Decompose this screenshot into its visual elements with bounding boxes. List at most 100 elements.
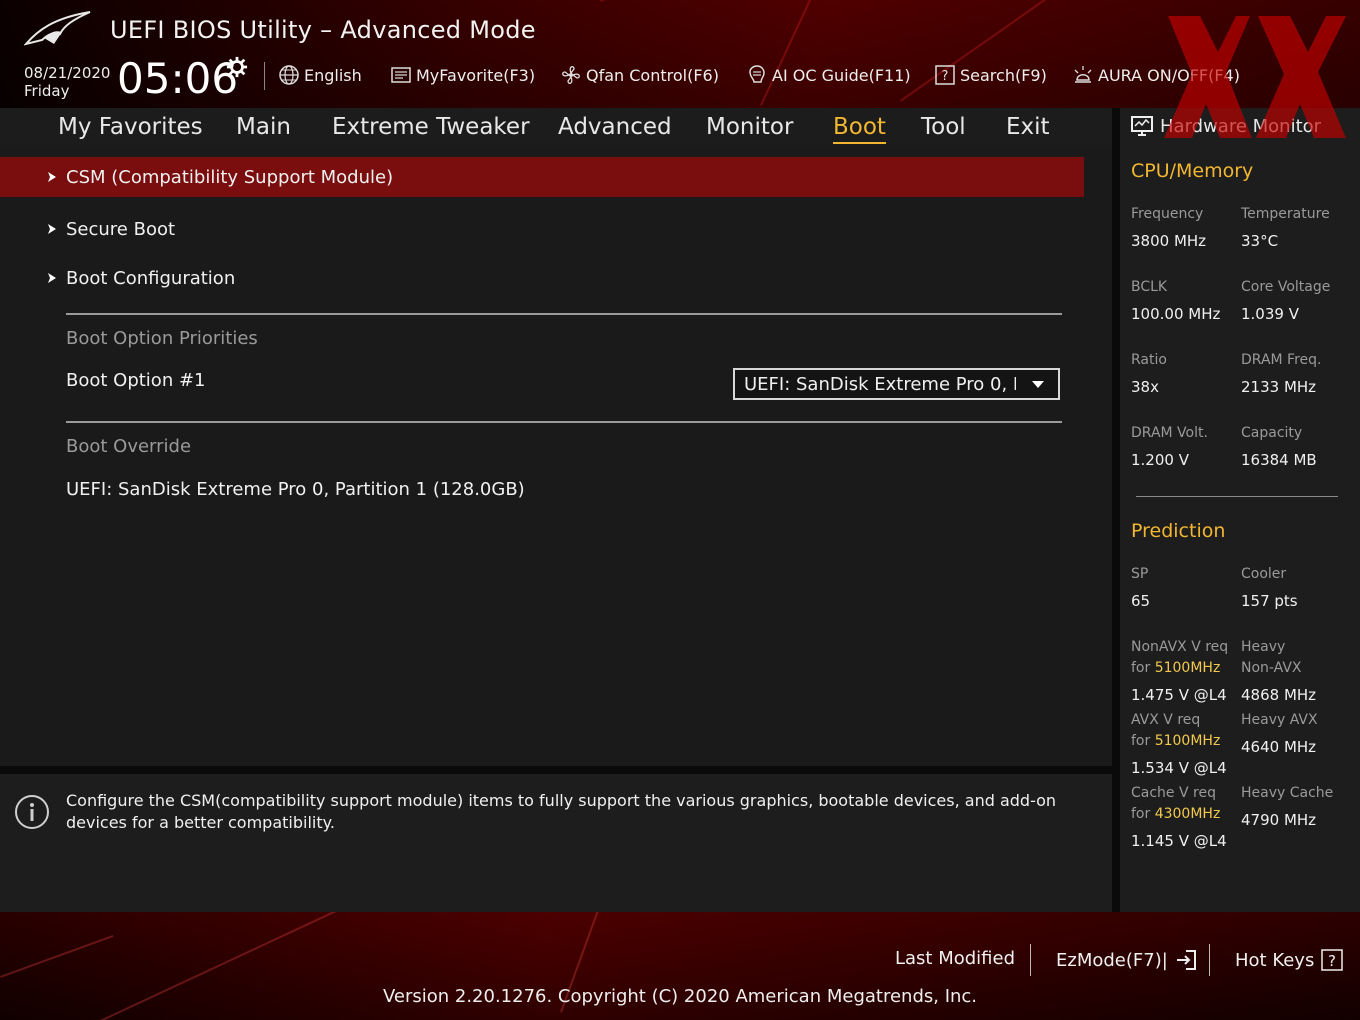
submenu-csm[interactable]: CSM (Compatibility Support Module) [0,157,1084,197]
avx-vreq-label: AVX V req [1131,712,1201,728]
header-bar: UEFI BIOS Utility – Advanced Mode 08/21/… [0,0,1360,108]
footer-bar: Last Modified EzMode(F7)| Hot Keys ? Ver… [0,912,1360,1020]
hot-keys-button[interactable]: Hot Keys ? [1235,948,1344,972]
aura-toggle-button[interactable]: AURA ON/OFF(F4) [1072,64,1240,86]
sp-value: 65 [1131,592,1151,610]
gear-icon[interactable] [226,56,248,78]
prediction-title: Prediction [1131,520,1226,542]
heavy-cache-label: Heavy Cache [1241,785,1334,801]
nonavx-target-freq: 5100MHz [1154,660,1221,676]
submenu-boot-configuration-label: Boot Configuration [66,267,236,289]
cache-vreq-label: Cache V req [1131,785,1216,801]
rog-logo-icon [24,11,91,46]
cooler-label: Cooler [1241,566,1287,582]
last-modified-label: Last Modified [895,948,1016,969]
svg-text:?: ? [1328,952,1336,970]
avx-target-freq: 5100MHz [1154,733,1221,749]
nonavx-for-text: for [1131,660,1151,676]
heavy-cache-value: 4790 MHz [1241,811,1317,829]
help-question-icon: ? [1321,949,1344,971]
chevron-right-icon [48,273,56,283]
language-button[interactable]: English [278,64,362,86]
help-text: Configure the CSM(compatibility support … [66,791,1057,832]
section-divider [66,313,1062,315]
tab-boot[interactable]: Boot [833,112,886,144]
myfavorite-label: MyFavorite(F3) [416,65,536,85]
header-decor-streak [600,0,842,2]
date-display: 08/21/2020 Friday [24,64,110,100]
cpu-memory-title: CPU/Memory [1131,160,1254,182]
hw-monitor-title: Hardware Monitor [1160,115,1322,137]
avx-vreq-value: 1.534 V @L4 [1131,759,1227,777]
ai-oc-guide-button[interactable]: AI OC Guide(F11) [746,64,911,86]
boot-settings-panel: CSM (Compatibility Support Module) Secur… [0,148,1112,766]
cooler-value: 157 pts [1241,592,1298,610]
ezmode-button[interactable]: EzMode(F7)| [1056,948,1198,972]
submenu-csm-label: CSM (Compatibility Support Module) [66,166,394,188]
header-decor-streak [900,0,1065,102]
boot-override-item[interactable]: UEFI: SanDisk Extreme Pro 0, Partition 1… [66,479,525,500]
core-voltage-label: Core Voltage [1241,279,1331,295]
avx-for-line: for 5100MHz [1131,731,1220,752]
tab-my-favorites[interactable]: My Favorites [58,112,203,142]
qfan-control-button[interactable]: Qfan Control(F6) [560,64,719,86]
submenu-secure-boot-label: Secure Boot [66,218,176,240]
avx-for-text: for [1131,733,1151,749]
search-question-icon: ? [935,65,955,85]
temperature-label: Temperature [1241,206,1330,222]
ratio-value: 38x [1131,378,1159,396]
myfavorite-button[interactable]: MyFavorite(F3) [390,64,535,86]
search-label: Search(F9) [960,65,1047,85]
heavy-nonavx-label-2: Non-AVX [1241,660,1302,676]
cache-for-text: for [1131,806,1151,822]
footer-decor-streak [0,934,114,978]
frequency-label: Frequency [1131,206,1204,222]
help-info-panel: Configure the CSM(compatibility support … [0,774,1112,912]
boot-option-1-label: Boot Option #1 [66,370,206,391]
tab-advanced[interactable]: Advanced [558,112,672,142]
bclk-label: BCLK [1131,279,1168,295]
submenu-boot-configuration[interactable]: Boot Configuration [0,258,1084,298]
capacity-label: Capacity [1241,425,1303,441]
search-button[interactable]: ? Search(F9) [934,64,1047,86]
globe-icon [279,65,299,85]
core-voltage-value: 1.039 V [1241,305,1299,323]
info-divider [0,766,1112,774]
submenu-secure-boot[interactable]: Secure Boot [0,209,1084,249]
ezmode-label: EzMode(F7)| [1056,949,1168,971]
header-divider [264,62,265,90]
version-copyright: Version 2.20.1276. Copyright (C) 2020 Am… [382,986,978,1007]
tab-main[interactable]: Main [236,112,291,142]
dram-freq-value: 2133 MHz [1241,378,1317,396]
nonavx-vreq-label: NonAVX V req [1131,639,1229,655]
boot-override-title: Boot Override [66,436,192,457]
footer-divider [1030,944,1031,976]
info-icon [15,795,49,829]
tab-monitor[interactable]: Monitor [706,112,793,142]
heavy-avx-label: Heavy AVX [1241,712,1318,728]
capacity-value: 16384 MB [1241,451,1317,469]
ai-chip-icon [749,65,765,83]
hw-section-divider [1136,496,1338,497]
frequency-value: 3800 MHz [1131,232,1207,250]
nonavx-vreq-value: 1.475 V @L4 [1131,686,1227,704]
hardware-monitor-panel: Hardware Monitor CPU/Memory Frequency Te… [1120,108,1360,912]
hw-monitor-header: Hardware Monitor [1130,114,1321,138]
tab-exit[interactable]: Exit [1006,112,1050,142]
tab-tool[interactable]: Tool [921,112,966,142]
chevron-right-icon [48,172,56,182]
sp-label: SP [1131,566,1149,582]
fan-icon [562,66,580,84]
boot-option-1-select[interactable]: UEFI: SanDisk Extreme Pro 0, Partition 1… [733,368,1060,400]
cache-target-freq: 4300MHz [1154,806,1221,822]
app-title: UEFI BIOS Utility – Advanced Mode [110,16,536,44]
monitor-icon [1131,116,1153,136]
qfan-control-label: Qfan Control(F6) [586,65,719,85]
date-text: 08/21/2020 [24,64,111,82]
tab-extreme-tweaker[interactable]: Extreme Tweaker [332,112,530,142]
last-modified-button[interactable]: Last Modified [895,948,1015,969]
boot-option-1-value: UEFI: SanDisk Extreme Pro 0, Partition 1… [744,373,1016,395]
main-menu-bar: My Favorites Main Extreme Tweaker Advanc… [0,108,1112,148]
section-divider [66,421,1062,423]
dram-volt-value: 1.200 V [1131,451,1189,469]
